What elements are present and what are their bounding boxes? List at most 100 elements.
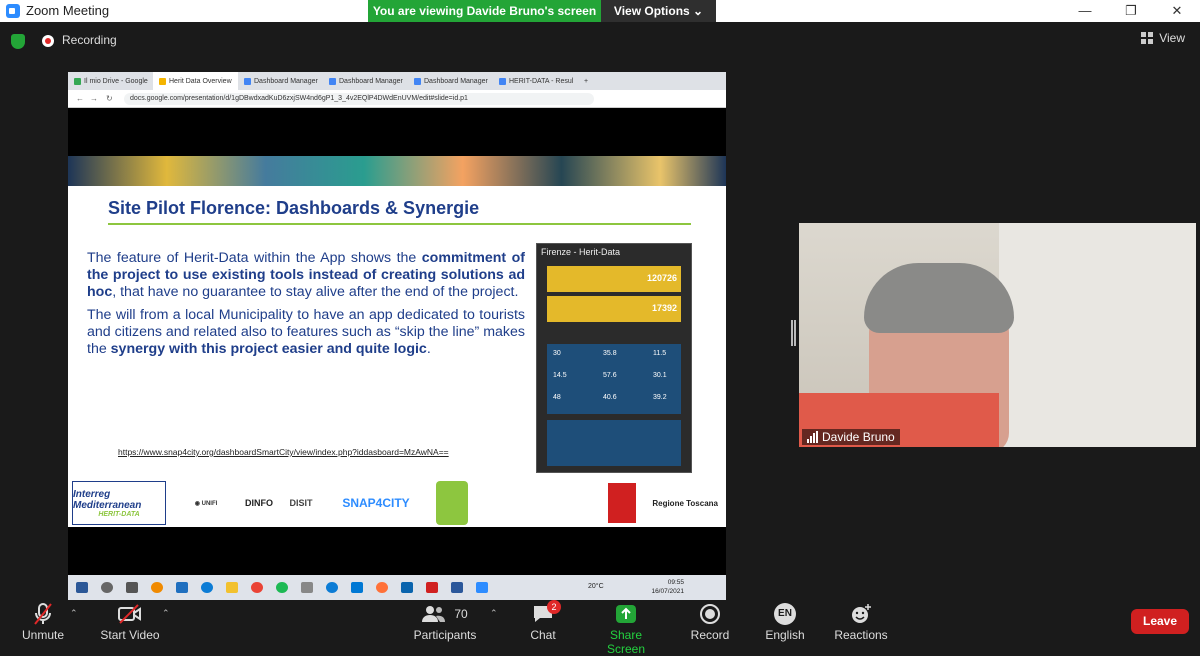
microphone-muted-icon	[18, 602, 68, 626]
tab-label: Herit Data Overview	[169, 77, 232, 85]
language-code: EN	[774, 603, 796, 625]
participants-button[interactable]: 70 Participants	[412, 602, 478, 642]
spotify-icon[interactable]	[276, 582, 288, 593]
browser-tab[interactable]: HERIT-DATA - Resul	[493, 72, 578, 90]
minimize-icon[interactable]: —	[1062, 0, 1108, 22]
date-label: 16/07/2021	[651, 588, 684, 595]
close-icon[interactable]: ✕	[1154, 0, 1200, 22]
audio-options-icon[interactable]: ⌃	[70, 608, 78, 619]
new-tab-icon[interactable]: +	[578, 72, 598, 90]
task-view-icon[interactable]	[126, 582, 138, 593]
restore-icon[interactable]: ❐	[1108, 0, 1154, 22]
disit-logo: DISIT	[289, 498, 313, 508]
reactions-label: Reactions	[834, 628, 888, 642]
window-titlebar: Zoom Meeting You are viewing Davide Brun…	[0, 0, 1200, 22]
paragraph: The will from a local Municipality to ha…	[87, 307, 525, 357]
chrome-icon[interactable]	[251, 582, 263, 593]
drag-handle[interactable]	[791, 320, 796, 346]
app-logo	[436, 481, 468, 525]
browser-tab[interactable]: Dashboard Manager	[323, 72, 408, 90]
participant-name: Davide Bruno	[822, 430, 895, 444]
unifi-logo: ◉ UNIFI	[194, 500, 218, 507]
header-artwork	[68, 156, 726, 186]
app-icon[interactable]	[151, 582, 163, 593]
video-tile: Davide Bruno	[799, 223, 1196, 447]
dash-value: 30	[553, 350, 561, 357]
browser-tabs: Il mio Drive - Google Herit Data Overvie…	[68, 72, 726, 90]
app-icon[interactable]	[301, 582, 313, 593]
edge-icon[interactable]	[201, 582, 213, 593]
regione-emblem-icon	[608, 483, 636, 523]
word-icon[interactable]	[451, 582, 463, 593]
tab-label: Dashboard Manager	[424, 77, 488, 85]
reactions-button[interactable]: Reactions	[833, 602, 889, 642]
dashboard-screenshot: Firenze - Herit-Data 120726 17392 30 35.…	[536, 243, 692, 473]
firefox-icon[interactable]	[376, 582, 388, 593]
dash-value: 14.5	[553, 372, 567, 379]
forward-icon[interactable]: →	[90, 94, 98, 103]
app-icon[interactable]	[351, 582, 363, 593]
chat-button[interactable]: 2 Chat	[525, 600, 561, 642]
recording-label[interactable]: Recording	[62, 33, 117, 47]
dash-value: 11.5	[653, 350, 667, 357]
share-screen-label: Share Screen	[606, 628, 646, 656]
tab-label: Dashboard Manager	[254, 77, 318, 85]
share-screen-button[interactable]: Share Screen	[590, 602, 662, 656]
parking-panel: 30 35.8 11.5 14.5 57.6 30.1 48 40.6 39.2	[547, 344, 681, 414]
back-icon[interactable]: ←	[76, 94, 84, 103]
acrobat-icon[interactable]	[426, 582, 438, 593]
zoom-icon[interactable]	[476, 582, 488, 593]
clock: 09:55 16/07/2021	[651, 578, 684, 596]
video-options-icon[interactable]: ⌃	[162, 608, 170, 619]
zoom-logo-icon	[6, 3, 20, 18]
participants-icon: 70	[412, 602, 478, 626]
language-button[interactable]: EN English	[763, 602, 807, 642]
reload-icon[interactable]: ↻	[106, 94, 113, 103]
dash-value: 40.6	[603, 394, 617, 401]
participant-hair	[864, 263, 1014, 333]
shield-icon[interactable]	[11, 34, 25, 49]
dash-value: 48	[553, 394, 561, 401]
snap4city-logo: SNAP4CITY	[342, 496, 410, 510]
browser-tab[interactable]: Il mio Drive - Google	[68, 72, 153, 90]
outlook-icon[interactable]	[401, 582, 413, 593]
edge-icon[interactable]	[326, 582, 338, 593]
start-video-button[interactable]: Start Video	[98, 602, 162, 642]
search-icon[interactable]	[101, 582, 113, 593]
participant-name-tag: Davide Bruno	[802, 429, 900, 445]
meeting-controls: Unmute ⌃ Start Video ⌃ 70 Participants ⌃…	[0, 600, 1200, 656]
participants-options-icon[interactable]: ⌃	[490, 608, 498, 619]
weather-label: 20°C	[588, 583, 604, 590]
dashboard-icon	[329, 77, 336, 85]
browser-tab[interactable]: Dashboard Manager	[238, 72, 323, 90]
dash-value: 17392	[651, 303, 677, 313]
share-screen-icon	[590, 602, 662, 626]
browser-tab[interactable]: Dashboard Manager	[408, 72, 493, 90]
leave-button[interactable]: Leave	[1131, 609, 1189, 634]
view-button[interactable]: View	[1141, 31, 1185, 45]
herit-icon	[499, 77, 506, 85]
view-options-button[interactable]: View Options ⌄	[601, 0, 716, 22]
camera-off-icon	[98, 602, 162, 626]
dashboard-icon	[414, 77, 421, 85]
grid-icon	[1141, 32, 1154, 44]
url-input[interactable]: docs.google.com/presentation/d/1gDBwdxad…	[124, 93, 594, 105]
tab-label: HERIT-DATA - Resul	[509, 77, 574, 85]
window-title: Zoom Meeting	[26, 3, 110, 18]
logo-strip: Interreg Mediterranean HERIT-DATA ◉ UNIFI…	[68, 478, 726, 527]
dashboard-link[interactable]: https://www.snap4city.org/dashboardSmart…	[118, 447, 449, 457]
participants-label: Participants	[413, 628, 477, 642]
app-title: Zoom Meeting	[6, 3, 109, 18]
slides-icon	[159, 77, 166, 85]
signal-icon	[807, 431, 818, 443]
record-icon	[42, 35, 54, 47]
browser-tab[interactable]: Herit Data Overview	[153, 72, 238, 90]
app-icon[interactable]	[176, 582, 188, 593]
windows-start-icon[interactable]	[76, 582, 88, 593]
slide-title: Site Pilot Florence: Dashboards & Synerg…	[108, 198, 480, 218]
folder-icon[interactable]	[226, 582, 238, 593]
windows-taskbar: 20°C 09:55 16/07/2021	[68, 575, 726, 600]
record-button[interactable]: Record	[688, 602, 732, 642]
unmute-button[interactable]: Unmute	[18, 602, 68, 642]
browser-address-bar: ← → ↻ docs.google.com/presentation/d/1gD…	[68, 90, 726, 108]
